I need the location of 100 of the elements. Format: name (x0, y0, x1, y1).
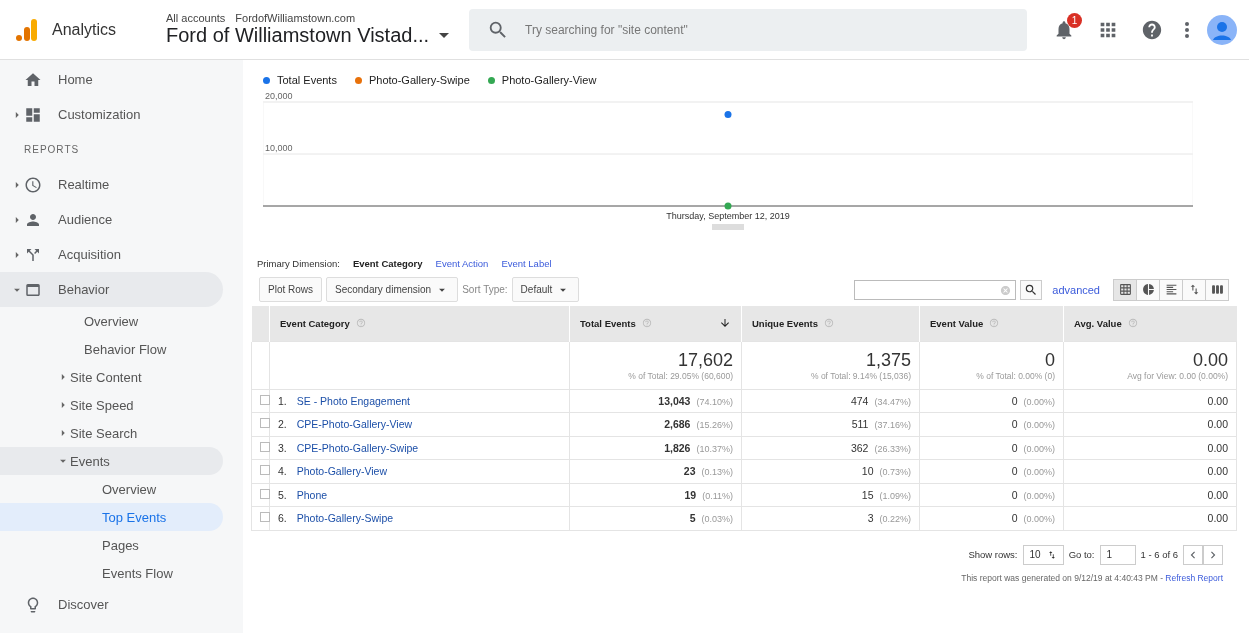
percent-text: (74.10%) (696, 396, 733, 407)
row-index: 6. (278, 512, 287, 525)
table-cell: 1,826 (664, 441, 691, 454)
nav-item[interactable]: Top Events (0, 503, 223, 531)
nav-item[interactable]: Customization (0, 97, 223, 132)
column-header[interactable]: Event Value (919, 306, 1064, 341)
table-cell: 0.00 (1207, 465, 1228, 478)
column-header[interactable]: Unique Events (741, 306, 920, 341)
table-cell: 5 (689, 512, 696, 525)
nav-item[interactable]: Home (0, 62, 223, 97)
table-cell: 0 (1011, 488, 1018, 501)
row-index: 5. (278, 488, 287, 501)
nav-item[interactable]: Overview (0, 475, 223, 503)
percent-text: (10.37%) (696, 443, 733, 454)
table-cell: 23 (683, 465, 696, 478)
table-cell: 10 (861, 465, 874, 478)
refresh-report-link[interactable]: Refresh Report (1165, 572, 1223, 583)
nav-item[interactable]: Events (0, 447, 223, 475)
column-header[interactable]: Total Events (569, 306, 742, 341)
percent-text: (15.26%) (696, 420, 733, 431)
event-category-link[interactable]: SE - Photo Engagement (296, 394, 410, 407)
percent-text: (34.47%) (874, 396, 911, 407)
percent-text: (0.73%) (879, 467, 911, 478)
nav-item[interactable]: Events Flow (0, 559, 223, 587)
nav-item[interactable]: Realtime (0, 167, 223, 202)
event-category-link[interactable]: CPE-Photo-Gallery-View (296, 418, 413, 431)
y-axis-label: 20,000 (265, 91, 293, 101)
event-category-link[interactable]: Photo-Gallery-View (296, 465, 388, 478)
row-index: 4. (278, 465, 287, 478)
report-generated-text: This report was generated on 9/12/19 at 4:40:43 PM - (961, 572, 1164, 583)
sort-type-dropdown[interactable]: Default (511, 277, 580, 302)
percent-text: (1.09%) (879, 490, 911, 501)
row-index: 2. (278, 418, 287, 431)
nav-item[interactable]: Pages (0, 531, 223, 559)
nav-item[interactable]: Behavior (0, 272, 223, 307)
total-value: 17,602 (676, 349, 733, 371)
legend-label: Photo-Gallery-View (501, 74, 597, 86)
row-index: 1. (278, 394, 287, 407)
nav-item[interactable]: Overview (0, 307, 223, 335)
dimension-tab[interactable]: Event Label (501, 258, 552, 269)
property-selector[interactable]: Ford of Williamstown Vistad... (166, 24, 461, 47)
nav-item[interactable]: Behavior Flow (0, 335, 223, 363)
plot-rows-button[interactable]: Plot Rows (259, 277, 322, 302)
percent-text: (0.13%) (701, 467, 733, 478)
percent-text: (0.00%) (1023, 396, 1055, 407)
nav-item[interactable]: Acquisition (0, 237, 223, 272)
event-category-link[interactable]: Phone (296, 488, 328, 501)
advanced-link[interactable]: advanced (1052, 283, 1100, 296)
secondary-dimension-dropdown[interactable]: Secondary dimension (326, 277, 459, 302)
percent-text: (0.22%) (879, 514, 911, 525)
breadcrumb-link[interactable]: FordofWilliamstown.com (235, 12, 356, 24)
total-note: % of Total: 29.05% (60,600) (627, 370, 733, 381)
notifications-button[interactable]: 1 (1049, 14, 1079, 45)
event-category-link[interactable]: Photo-Gallery-Swipe (296, 512, 394, 525)
nav-item[interactable]: Site Content (0, 363, 223, 391)
table-cell: 0.00 (1207, 488, 1228, 501)
table-cell: 0.00 (1207, 512, 1228, 525)
y-axis-label: 10,000 (265, 143, 293, 153)
notification-badge: 1 (1067, 12, 1082, 28)
table-cell: 19 (684, 488, 697, 501)
dimension-tab[interactable]: Event Category (352, 258, 423, 269)
page-range: 1 - 6 of 6 (1140, 549, 1178, 560)
table-cell: 0 (1011, 441, 1018, 454)
sort-type-label: Sort Type: (462, 284, 508, 295)
table-cell: 0.00 (1207, 394, 1228, 407)
total-note: % of Total: 0.00% (0) (975, 370, 1055, 381)
nav-item[interactable]: Site Search (0, 419, 223, 447)
percent-text: (37.16%) (874, 420, 911, 431)
x-axis-label: Thursday, September 12, 2019 (666, 211, 790, 221)
percent-text: (0.00%) (1023, 514, 1055, 525)
table-cell: 13,043 (658, 394, 691, 407)
search-field[interactable]: Try searching for "site content" (469, 8, 1027, 51)
percent-text: (0.00%) (1023, 443, 1055, 454)
table-cell: 0 (1011, 465, 1018, 478)
total-value: 1,375 (864, 349, 911, 371)
percent-text: (0.03%) (701, 514, 733, 525)
table-cell: 362 (850, 441, 869, 454)
show-rows-select[interactable]: 10 (1022, 544, 1064, 565)
breadcrumb-link[interactable]: All accounts (166, 12, 226, 24)
column-header[interactable]: Event Category (269, 306, 570, 341)
go-to-field[interactable]: 1 (1099, 544, 1136, 565)
table-cell: 0.00 (1207, 418, 1228, 431)
table-cell: 511 (851, 418, 869, 431)
column-header[interactable]: Avg. Value (1063, 306, 1237, 341)
nav-item[interactable]: Audience (0, 202, 223, 237)
total-value: 0 (1044, 349, 1055, 371)
legend-label: Photo-Gallery-Swipe (368, 74, 470, 86)
nav-item[interactable]: Discover (0, 587, 223, 622)
event-category-link[interactable]: CPE-Photo-Gallery-Swipe (296, 441, 419, 454)
search-input[interactable]: Try searching for "site content" (523, 21, 1009, 38)
table-cell: 3 (867, 512, 874, 525)
table-cell: 474 (850, 394, 869, 407)
percent-text: (0.00%) (1023, 420, 1055, 431)
dimension-tab[interactable]: Event Action (435, 258, 489, 269)
percent-text: (0.00%) (1023, 490, 1055, 501)
table-cell: 2,686 (664, 418, 691, 431)
legend-label: Total Events (277, 74, 337, 86)
percent-text: (26.33%) (874, 443, 911, 454)
nav-item[interactable]: Site Speed (0, 391, 223, 419)
total-note: Avg for View: 0.00 (0.00%) (1126, 370, 1228, 381)
